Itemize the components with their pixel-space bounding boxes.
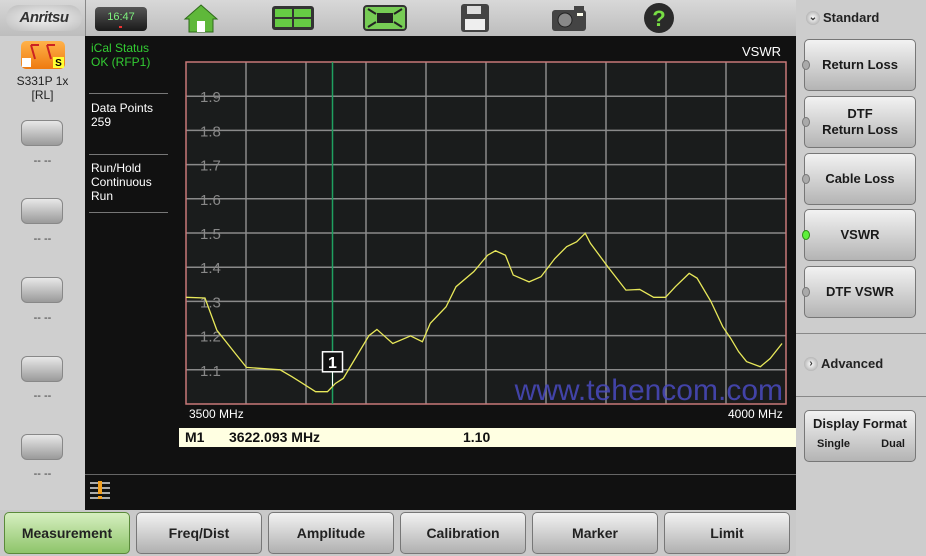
y-tick-label: 1.5 [200, 226, 221, 243]
divider [796, 396, 926, 397]
vswr-button[interactable]: VSWR [802, 209, 916, 261]
y-tick-label: 1.7 [200, 158, 221, 175]
marker-frequency: 3622.093 MHz [229, 429, 321, 445]
divider [85, 474, 796, 475]
fullscreen-icon[interactable] [362, 3, 408, 33]
display-format-label: Display Format [813, 416, 907, 431]
model-text: S331P 1x [16, 74, 69, 88]
antenna-mode-icon[interactable]: S [21, 41, 65, 69]
watermark: www.tehencom.com [514, 374, 783, 407]
y-tick-label: 1.3 [200, 294, 221, 311]
clock: 16:47 [95, 7, 147, 31]
display-format-toggle[interactable]: Display Format Single Dual [804, 410, 916, 462]
advanced-section[interactable]: › Advanced [804, 356, 883, 371]
data-points-label: Data Points [91, 101, 154, 115]
divider [89, 93, 168, 94]
led-indicator [802, 174, 810, 184]
start-frequency-label: 3500 MHz [189, 407, 244, 421]
divider [89, 212, 168, 213]
button-label: VSWR [840, 227, 880, 242]
svg-text:?: ? [652, 6, 665, 31]
anritsu-logo: Anritsu [6, 5, 82, 31]
ical-status: iCal Status OK (RFP1) [91, 41, 150, 69]
tab-freq-dist[interactable]: Freq/Dist [136, 512, 262, 554]
ical-label: iCal Status [91, 41, 150, 55]
y-tick-label: 1.4 [200, 260, 221, 277]
softkey-3[interactable] [21, 277, 63, 303]
button-label: DTF Return Loss [822, 106, 898, 137]
softkey-2[interactable] [21, 198, 63, 224]
button-label: Return Loss [822, 57, 898, 72]
softkey-5[interactable] [21, 434, 63, 460]
help-icon[interactable]: ? [636, 3, 682, 33]
led-indicator [802, 287, 810, 297]
marker-id: M1 [185, 429, 205, 445]
run-hold-status: Run/Hold Continuous Run [91, 161, 152, 203]
led-indicator-active [802, 230, 810, 240]
vswr-chart[interactable]: 1.91.81.71.61.51.41.31.21.1www.tehencom.… [170, 55, 790, 407]
dtf-return-loss-button[interactable]: DTF Return Loss [802, 96, 916, 148]
return-loss-button[interactable]: Return Loss [802, 39, 916, 91]
tab-amplitude[interactable]: Amplitude [268, 512, 394, 554]
mode-text: [RL] [31, 88, 54, 102]
marker-readout: M1 3622.093 MHz 1.10 [179, 428, 796, 447]
button-label: Cable Loss [825, 171, 895, 186]
data-points-value: 259 [91, 115, 112, 129]
svg-text:S: S [55, 58, 62, 69]
softkey-1[interactable] [21, 120, 63, 146]
tab-limit[interactable]: Limit [664, 512, 790, 554]
standard-label: Standard [823, 10, 880, 25]
tab-measurement[interactable]: Measurement [4, 512, 130, 554]
chevron-right-icon: › [804, 356, 818, 371]
single-label: Single [817, 438, 851, 450]
chevron-down-icon: ⌄ [806, 10, 820, 25]
led-indicator [802, 117, 810, 127]
softkey-1-label: -- -- [33, 155, 52, 167]
y-tick-label: 1.8 [200, 123, 221, 140]
y-tick-label: 1.9 [200, 89, 221, 106]
layout-icon[interactable] [270, 3, 316, 33]
y-tick-label: 1.6 [200, 192, 221, 209]
led-indicator [802, 60, 810, 70]
dtf-vswr-button[interactable]: DTF VSWR [802, 266, 916, 318]
divider [85, 0, 86, 36]
dual-label: Dual [881, 438, 905, 450]
run-mode: Continuous [91, 175, 152, 189]
save-icon[interactable] [452, 3, 498, 33]
divider [796, 333, 926, 334]
cable-loss-button[interactable]: Cable Loss [802, 153, 916, 205]
softkey-5-label: -- -- [33, 468, 52, 480]
run-label: Run/Hold [91, 161, 142, 175]
tab-calibration[interactable]: Calibration [400, 512, 526, 554]
standard-section[interactable]: ⌄ Standard [806, 10, 879, 25]
softkey-4-label: -- -- [33, 390, 52, 402]
ical-value: OK (RFP1) [91, 55, 151, 69]
softkey-3-label: -- -- [33, 312, 52, 324]
right-menu-panel: ⌄ Standard Return Loss DTF Return Loss Ca… [796, 0, 926, 556]
divider [89, 154, 168, 155]
stop-frequency-label: 4000 MHz [728, 407, 783, 421]
status-alert-icon[interactable] [89, 480, 111, 505]
home-icon[interactable] [178, 3, 224, 33]
marker-value: 1.10 [463, 429, 491, 445]
softkey-2-label: -- -- [33, 233, 52, 245]
y-tick-label: 1.1 [200, 363, 221, 380]
button-label: DTF VSWR [826, 284, 894, 299]
camera-icon[interactable] [546, 3, 592, 33]
marker-number: 1 [328, 355, 337, 372]
instrument-mode-label: S331P 1x [RL] [0, 74, 85, 102]
advanced-label: Advanced [821, 356, 884, 371]
data-points: Data Points 259 [91, 101, 153, 129]
softkey-4[interactable] [21, 356, 63, 382]
tab-marker[interactable]: Marker [532, 512, 658, 554]
run-state: Run [91, 189, 114, 203]
